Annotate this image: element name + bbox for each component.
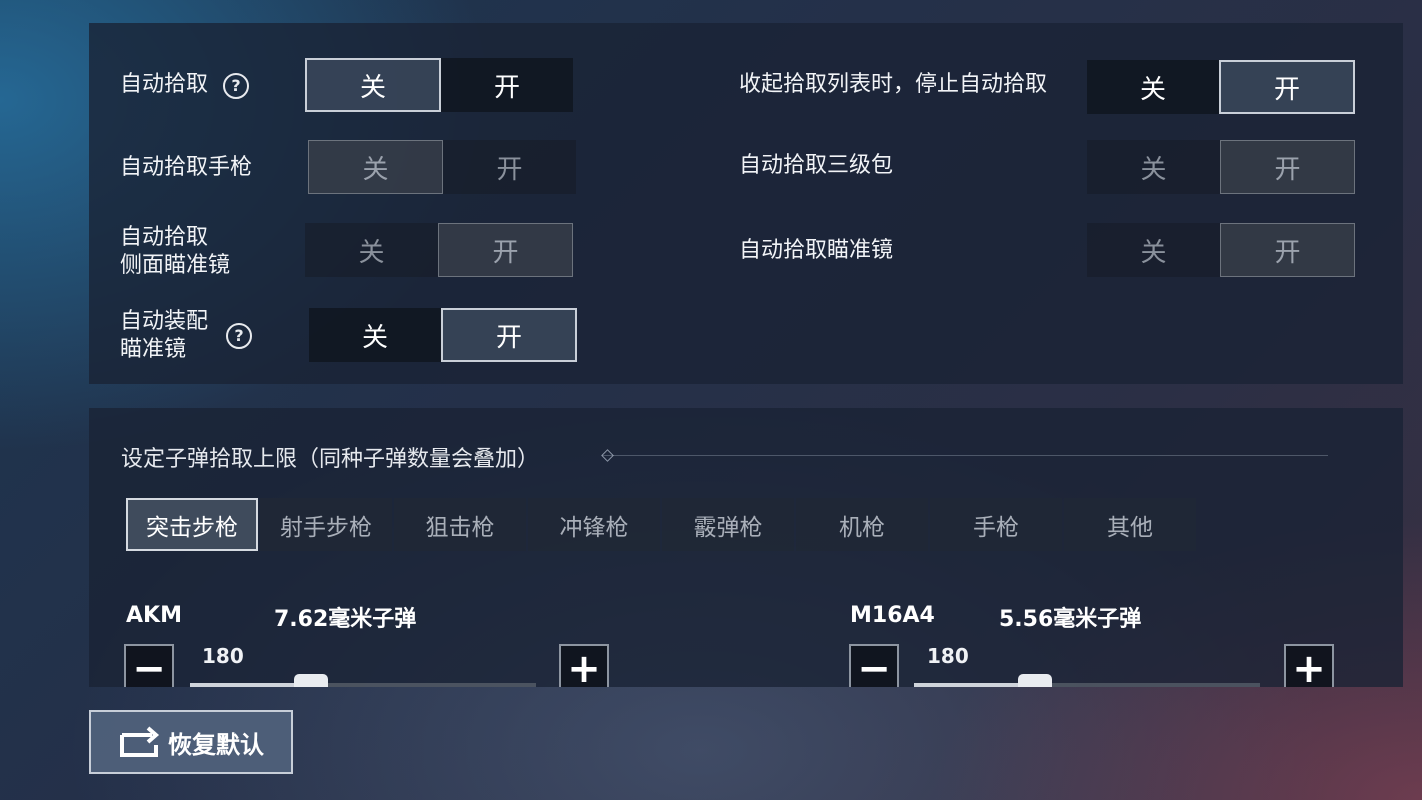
slider-thumb[interactable]	[1018, 674, 1053, 687]
slider-thumb[interactable]	[294, 674, 329, 687]
toggle-auto-pickup-pistol[interactable]: 关 开	[308, 140, 576, 194]
minus-icon: −	[857, 646, 891, 687]
toggle-auto-pickup-level3-backpack[interactable]: 关 开	[1087, 140, 1355, 194]
toggle-stop-pickup-on-collapse[interactable]: 关 开	[1087, 60, 1355, 114]
setting-label-auto-pickup-level3-backpack: 自动拾取三级包	[739, 153, 894, 178]
setting-label-auto-pickup-side-scope: 自动拾取 侧面瞄准镜	[120, 225, 231, 278]
toggle-off-option[interactable]: 关	[1087, 60, 1219, 114]
setting-label-auto-pickup-pistol: 自动拾取手枪	[120, 155, 253, 180]
gun-name-akm: AKM	[126, 603, 182, 628]
plus-icon: +	[1292, 646, 1326, 687]
setting-label-auto-pickup-scope: 自动拾取瞄准镜	[739, 238, 894, 263]
help-icon[interactable]: ?	[226, 323, 252, 349]
ammo-type-556: 5.56毫米子弹	[999, 607, 1142, 632]
minus-icon: −	[132, 646, 166, 687]
slider-fill	[190, 683, 312, 687]
ammo-type-762: 7.62毫米子弹	[274, 607, 417, 632]
gun-name-m16a4: M16A4	[850, 603, 935, 628]
toggle-on-option[interactable]: 开	[1219, 60, 1355, 114]
toggle-on-option[interactable]: 开	[438, 223, 573, 277]
setting-label-auto-pickup: 自动拾取	[120, 72, 209, 97]
toggle-off-option[interactable]: 关	[1087, 223, 1220, 277]
slider-fill	[914, 683, 1036, 687]
help-icon[interactable]: ?	[223, 73, 249, 99]
toggle-off-option[interactable]: 关	[308, 140, 443, 194]
increase-akm-button[interactable]: +	[559, 644, 609, 687]
toggle-on-option[interactable]: 开	[1220, 140, 1355, 194]
decrease-akm-button[interactable]: −	[124, 644, 174, 687]
decrease-m16a4-button[interactable]: −	[849, 644, 899, 687]
reset-default-button[interactable]: 恢复默认	[89, 710, 293, 774]
toggle-auto-pickup-side-scope[interactable]: 关 开	[305, 223, 573, 277]
setting-label-auto-equip-scope: 自动装配 瞄准镜	[120, 309, 209, 362]
setting-label-stop-pickup-on-collapse: 收起拾取列表时，停止自动拾取	[739, 72, 1048, 97]
toggle-auto-pickup-scope[interactable]: 关 开	[1087, 223, 1355, 277]
ammo-count-akm: 180	[202, 644, 244, 668]
increase-m16a4-button[interactable]: +	[1284, 644, 1334, 687]
plus-icon: +	[567, 646, 601, 687]
toggle-auto-pickup[interactable]: 关 开	[305, 58, 573, 112]
ammo-slider-m16a4[interactable]	[914, 674, 1260, 687]
ammo-list: AKM 7.62毫米子弹 180 − + M16A4 5.56毫米子弹 180 …	[89, 408, 1403, 687]
ammo-slider-akm[interactable]	[190, 674, 536, 687]
toggle-on-option[interactable]: 开	[443, 140, 576, 194]
toggle-on-option[interactable]: 开	[441, 308, 577, 362]
reset-icon	[120, 726, 160, 757]
ammo-count-m16a4: 180	[927, 644, 969, 668]
toggle-off-option[interactable]: 关	[305, 58, 441, 112]
toggle-auto-equip-scope[interactable]: 关 开	[309, 308, 577, 362]
toggle-on-option[interactable]: 开	[441, 58, 573, 112]
toggle-off-option[interactable]: 关	[309, 308, 441, 362]
toggle-on-option[interactable]: 开	[1220, 223, 1355, 277]
toggle-off-option[interactable]: 关	[305, 223, 438, 277]
reset-label: 恢复默认	[168, 730, 264, 759]
toggle-off-option[interactable]: 关	[1087, 140, 1220, 194]
